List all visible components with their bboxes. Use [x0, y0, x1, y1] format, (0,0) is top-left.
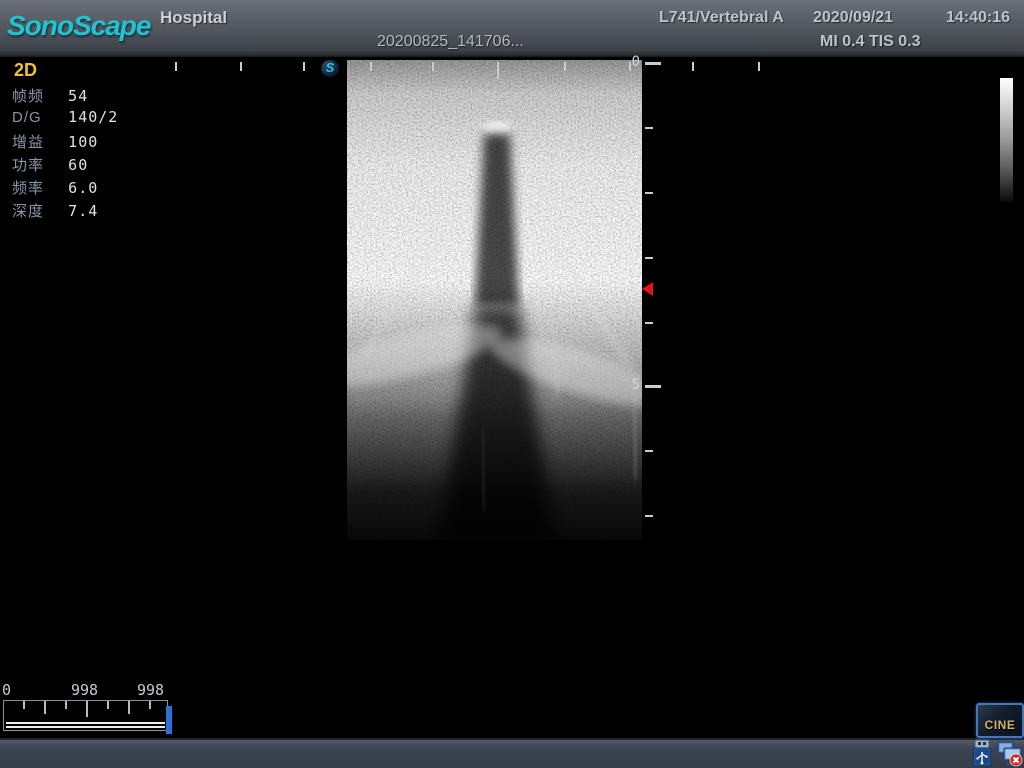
- width-ruler-tick: [497, 62, 499, 79]
- param-label: 增益: [12, 131, 64, 152]
- param-row-frequency: 频率 6.0: [12, 177, 98, 198]
- usb-device-icon[interactable]: [970, 739, 995, 767]
- param-value: 54: [68, 87, 88, 105]
- imaging-mode-label: 2D: [14, 60, 37, 81]
- param-row-depth: 深度 7.4: [12, 200, 98, 221]
- cine-ruler-tick: [86, 701, 88, 717]
- depth-ruler-tick: [645, 450, 653, 452]
- width-ruler-tick: [240, 62, 242, 71]
- param-label: 功率: [12, 154, 64, 175]
- width-ruler-tick: [432, 62, 434, 71]
- width-ruler-tick: [564, 62, 566, 71]
- depth-ruler-tick: [645, 385, 661, 388]
- param-label: 深度: [12, 200, 64, 221]
- exam-time: 14:40:16: [946, 9, 1010, 27]
- acoustic-indices: MI 0.4 TIS 0.3: [820, 33, 920, 51]
- depth-ruler-tick: [645, 322, 653, 324]
- network-status-icon[interactable]: [996, 739, 1023, 767]
- param-label: D/G: [12, 109, 64, 126]
- param-value: 140/2: [68, 108, 118, 126]
- param-label: 帧频: [12, 85, 64, 106]
- cine-current-frame: 998: [71, 681, 98, 699]
- cine-ruler-tick: [149, 701, 151, 709]
- depth-label-5: 5: [624, 377, 640, 393]
- cine-ruler-tick: [128, 701, 130, 714]
- param-value: 100: [68, 133, 98, 151]
- sonoscape-logo: SonoScape: [7, 10, 150, 42]
- cine-position-handle[interactable]: [166, 706, 172, 734]
- param-label: 频率: [12, 177, 64, 198]
- focus-position-marker[interactable]: [642, 282, 653, 296]
- cine-ruler-tick: [23, 701, 25, 709]
- param-row-gain: 增益 100: [12, 131, 98, 152]
- depth-ruler-tick: [645, 192, 653, 194]
- cine-total-frames: 998: [137, 681, 164, 699]
- width-ruler-tick: [175, 62, 177, 71]
- depth-ruler-tick: [645, 257, 653, 259]
- param-value: 6.0: [68, 179, 98, 197]
- study-id: 20200825_141706...: [377, 33, 524, 51]
- param-value: 60: [68, 156, 88, 174]
- depth-label-0: 0: [624, 54, 640, 70]
- depth-ruler-tick: [645, 62, 661, 65]
- cine-slider-track[interactable]: [6, 722, 165, 728]
- ultrasound-image: [347, 60, 642, 540]
- hospital-name: Hospital: [160, 8, 227, 28]
- cine-progress-bar[interactable]: [3, 700, 168, 731]
- cine-ruler-tick: [107, 701, 109, 709]
- param-row-frame-rate: 帧频 54: [12, 85, 88, 106]
- cine-start-frame: 0: [2, 681, 11, 699]
- exam-date: 2020/09/21: [813, 9, 893, 27]
- cine-button[interactable]: CINE: [976, 703, 1024, 738]
- param-row-power: 功率 60: [12, 154, 88, 175]
- taskbar: [0, 738, 1024, 768]
- header-bar: SonoScape Hospital L741/Vertebral A 2020…: [0, 0, 1024, 57]
- width-ruler-tick: [629, 62, 631, 71]
- width-ruler-tick: [370, 62, 372, 71]
- probe-preset: L741/Vertebral A: [659, 9, 784, 27]
- orientation-marker-icon: S: [321, 60, 339, 77]
- grayscale-bar: [1000, 78, 1013, 202]
- ultrasound-screen: SonoScape Hospital L741/Vertebral A 2020…: [0, 0, 1024, 768]
- param-value: 7.4: [68, 202, 98, 220]
- depth-ruler-tick: [645, 127, 653, 129]
- width-ruler-tick: [758, 62, 760, 71]
- width-ruler-tick: [692, 62, 694, 71]
- cine-ruler-tick: [44, 701, 46, 714]
- cine-ruler-tick: [65, 701, 67, 709]
- param-row-dynamic-range: D/G 140/2: [12, 108, 118, 126]
- width-ruler-tick: [303, 62, 305, 71]
- depth-ruler-tick: [645, 515, 653, 517]
